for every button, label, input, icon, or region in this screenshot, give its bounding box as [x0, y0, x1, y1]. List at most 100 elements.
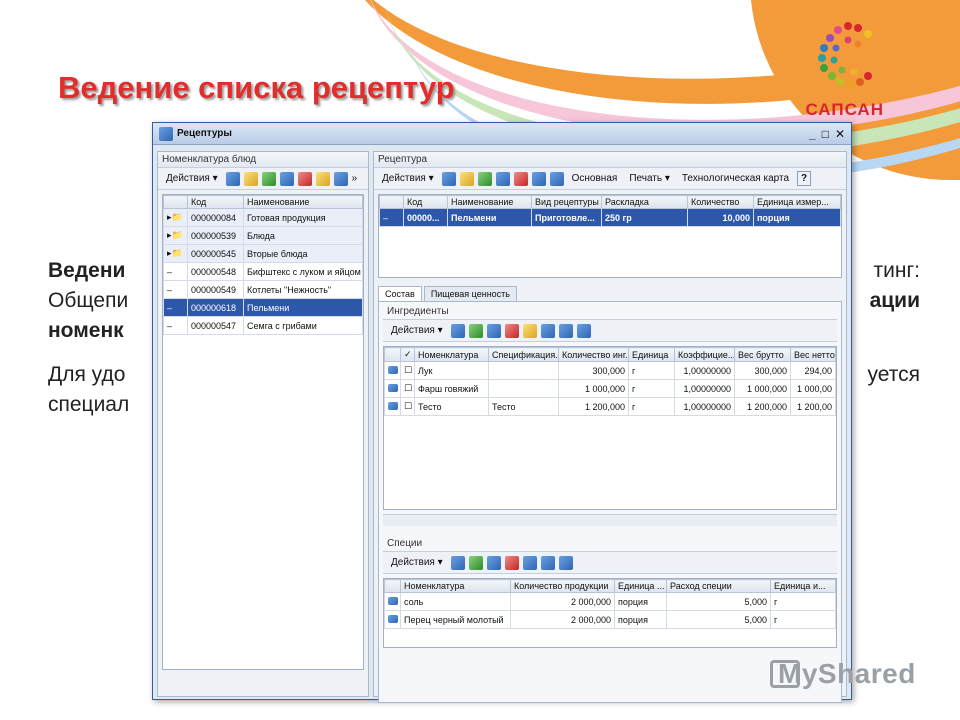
sp-col-unit[interactable]: Единица ...	[614, 579, 667, 593]
table-row[interactable]: –000000548 Бифштекс с луком и яйцом	[163, 262, 363, 281]
add-icon[interactable]	[225, 171, 240, 186]
sp-col-name[interactable]: Номенклатура	[400, 579, 511, 593]
delete-icon[interactable]	[504, 555, 519, 570]
tab-nutrition[interactable]: Пищевая ценность	[423, 286, 517, 301]
recipes-window: Рецептуры _ □ ✕ Номенклатура блюд Действ…	[152, 122, 852, 703]
delete-icon[interactable]	[297, 171, 312, 186]
edit-icon[interactable]	[279, 171, 294, 186]
move-icon[interactable]	[558, 323, 573, 338]
dishes-col-name[interactable]: Наименование	[243, 195, 363, 209]
row-checkbox[interactable]: ☐	[400, 361, 415, 380]
recipe-col-unit[interactable]: Единица измер...	[753, 195, 841, 209]
line2-left: Общепи	[48, 289, 129, 312]
refresh-icon[interactable]	[558, 555, 573, 570]
ing-col-net[interactable]: Вес нетто	[790, 347, 836, 362]
cell-net: 294,00	[790, 361, 836, 380]
tab-composition[interactable]: Состав	[378, 286, 422, 301]
cell-name: Пельмени	[447, 208, 532, 227]
window-titlebar[interactable]: Рецептуры _ □ ✕	[153, 123, 851, 145]
ing-col-name[interactable]: Номенклатура	[414, 347, 489, 362]
table-row[interactable]: –000000549 Котлеты "Нежность"	[163, 280, 363, 299]
dishes-col-code[interactable]: Код	[187, 195, 244, 209]
recipe-col-name[interactable]: Наименование	[447, 195, 532, 209]
table-row[interactable]: ☐ Фарш говяжий 1 000,000 г 1,00000000 1 …	[384, 379, 836, 398]
ing-col-unit[interactable]: Единица	[628, 347, 675, 362]
add-folder-icon[interactable]	[459, 171, 474, 186]
table-row[interactable]: ▸📁 000000084 Готовая продукция	[163, 208, 363, 227]
row-checkbox[interactable]: ☐	[400, 379, 415, 398]
table-row[interactable]: –000000618 Пельмени	[163, 298, 363, 317]
sp-col-qty[interactable]: Количество продукции	[510, 579, 615, 593]
dishes-pane: Номенклатура блюд Действия ▾ » Код Наиме…	[157, 151, 369, 697]
item-icon: –	[163, 298, 188, 317]
ingredients-hscroll[interactable]	[383, 514, 837, 526]
edit-icon[interactable]	[486, 555, 501, 570]
copy-icon[interactable]	[468, 323, 483, 338]
table-row[interactable]: ☐ Тесто Тесто 1 200,000 г 1,00000000 1 2…	[384, 397, 836, 416]
list-mode-icon[interactable]	[333, 171, 348, 186]
more-icon[interactable]: »	[352, 173, 358, 184]
ing-col-qty[interactable]: Количество инг...	[558, 347, 629, 362]
watermark-text: MyShared	[778, 658, 916, 689]
add-icon[interactable]	[450, 555, 465, 570]
row-checkbox[interactable]: ☐	[400, 397, 415, 416]
copy-icon[interactable]	[468, 555, 483, 570]
row-icon	[384, 379, 401, 398]
tech-card-button[interactable]: Технологическая карта	[678, 171, 793, 186]
recipe-col-type[interactable]: Вид рецептуры	[531, 195, 602, 209]
edit-icon[interactable]	[495, 171, 510, 186]
delete-icon[interactable]	[513, 171, 528, 186]
edit-icon[interactable]	[486, 323, 501, 338]
ingredients-table: ✓ Номенклатура Спецификация... Количеств…	[383, 346, 837, 510]
maximize-icon[interactable]: □	[822, 127, 829, 141]
ing-col-coef[interactable]: Коэффицие...	[674, 347, 735, 362]
add-icon[interactable]	[450, 323, 465, 338]
add-icon[interactable]	[441, 171, 456, 186]
refresh-icon[interactable]	[576, 323, 591, 338]
ing-col-spec[interactable]: Спецификация...	[488, 347, 559, 362]
ing-col-gross[interactable]: Вес брутто	[734, 347, 791, 362]
main-button[interactable]: Основная	[568, 171, 622, 186]
sp-col-unit2[interactable]: Единица и...	[770, 579, 836, 593]
recipe-actions-button[interactable]: Действия ▾	[378, 171, 438, 186]
sp-col-usage[interactable]: Расход специи	[666, 579, 771, 593]
cell-code: 000000545	[187, 244, 244, 263]
hierarchy-icon[interactable]	[315, 171, 330, 186]
sp-col-icon	[384, 579, 401, 593]
table-row[interactable]: ☐ Лук 300,000 г 1,00000000 300,000 294,0…	[384, 361, 836, 380]
minimize-icon[interactable]: _	[809, 127, 816, 141]
table-row[interactable]: ▸📁 000000539 Блюда	[163, 226, 363, 245]
add-folder-icon[interactable]	[243, 171, 258, 186]
recipe-col-layout[interactable]: Раскладка	[601, 195, 688, 209]
table-row[interactable]: ▸📁 000000545 Вторые блюда	[163, 244, 363, 263]
close-icon[interactable]: ✕	[835, 127, 845, 141]
table-row[interactable]: Перец черный молотый 2 000,000 порция 5,…	[384, 610, 836, 629]
recipe-pane: Рецептура Действия ▾ Основная Печать ▾ Т…	[373, 151, 847, 703]
cell-net: 1 000,00	[790, 379, 836, 398]
item-icon: –	[379, 208, 404, 227]
cell-qty: 300,000	[558, 361, 629, 380]
spices-actions-button[interactable]: Действия ▾	[387, 555, 447, 570]
refresh-icon[interactable]	[549, 171, 564, 186]
cell-name: Блюда	[243, 226, 363, 245]
recipe-col-qty[interactable]: Количество	[687, 195, 754, 209]
item-icon: –	[163, 262, 188, 281]
copy-icon[interactable]	[477, 171, 492, 186]
ingredients-actions-button[interactable]: Действия ▾	[387, 323, 447, 338]
filter-icon[interactable]	[531, 171, 546, 186]
help-icon[interactable]: ?	[797, 171, 812, 186]
print-button[interactable]: Печать ▾	[625, 171, 674, 186]
table-row[interactable]: –000000547 Семга с грибами	[163, 316, 363, 335]
table-row[interactable]: – 00000... Пельмени Приготовле... 250 гр…	[379, 208, 841, 227]
delete-icon[interactable]	[504, 323, 519, 338]
dishes-actions-button[interactable]: Действия ▾	[162, 171, 222, 186]
sort-icon[interactable]	[522, 555, 537, 570]
copy-icon[interactable]	[261, 171, 276, 186]
recipe-col-code[interactable]: Код	[403, 195, 448, 209]
move-icon[interactable]	[540, 555, 555, 570]
table-row[interactable]: соль 2 000,000 порция 5,000 г	[384, 592, 836, 611]
sort-icon[interactable]	[540, 323, 555, 338]
cell-qty: 2 000,000	[510, 610, 615, 629]
calculator-icon[interactable]	[522, 323, 537, 338]
cell-code: 000000084	[187, 208, 244, 227]
